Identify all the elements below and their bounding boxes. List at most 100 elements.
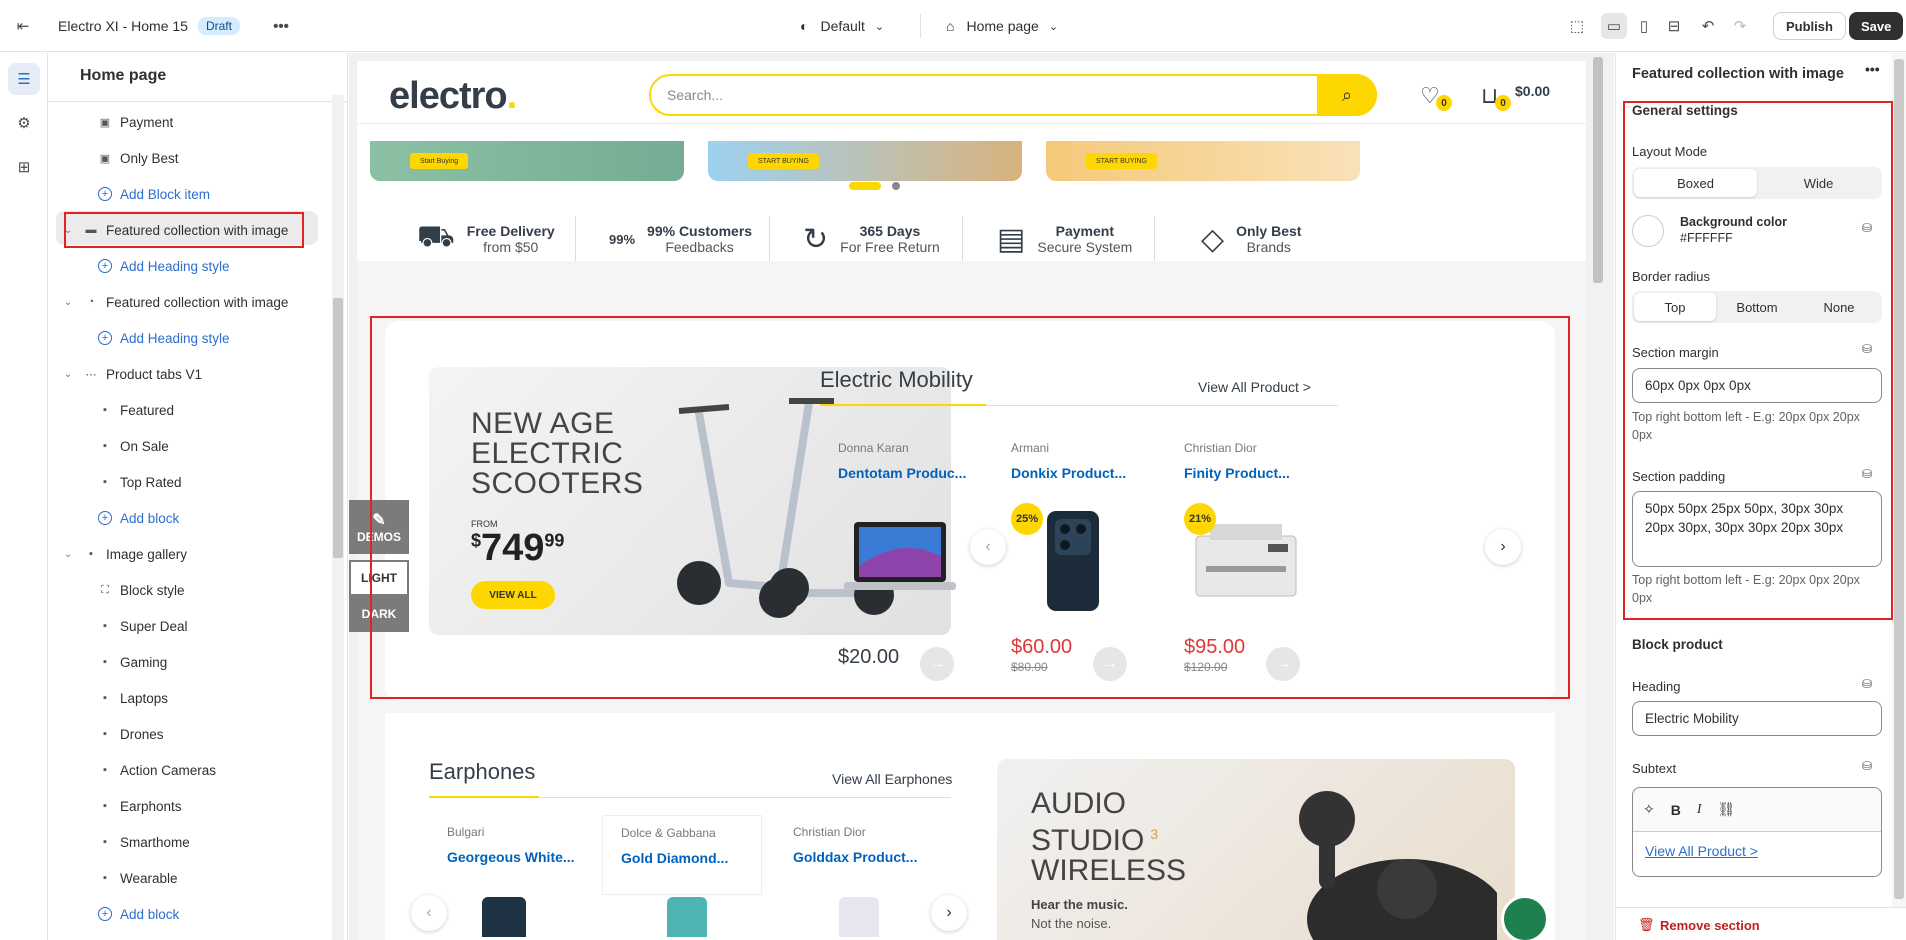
slider-dot-active[interactable] <box>849 182 881 190</box>
fullwidth-icon[interactable]: ⊟ <box>1661 13 1687 39</box>
tree-item[interactable]: ▪ Drones <box>98 719 388 749</box>
chevron-down-icon[interactable]: ⌄ <box>64 369 74 380</box>
tab-icon: ▪ <box>103 728 107 740</box>
tree-item[interactable]: ▣ Payment <box>98 107 388 137</box>
product-image[interactable] <box>839 897 879 937</box>
preset-select[interactable]: ◐ Default ⌄ <box>800 0 884 52</box>
tree-item[interactable]: ▪ Action Cameras <box>98 755 388 785</box>
product-image[interactable] <box>482 897 526 937</box>
tree-item-label: Earphonts <box>120 798 182 814</box>
tree-item-image-gallery[interactable]: ⌄ ▪ Image gallery <box>64 539 354 569</box>
product-card[interactable]: Christian Dior Golddax Product... <box>775 815 935 895</box>
promo-banner-audio[interactable]: AUDIO STUDIO 3 WIRELESS Hear the music. Not… <box>997 759 1515 940</box>
dynamic-source-icon[interactable]: ⛁ <box>1862 677 1872 691</box>
apps-icon[interactable]: ⊞ <box>8 151 40 183</box>
italic-icon[interactable]: I <box>1697 802 1702 818</box>
audio-tagline-2: Not the noise. <box>1031 916 1112 931</box>
more-icon[interactable]: ••• <box>268 13 294 39</box>
search-icon[interactable]: ⌕ <box>1317 74 1377 116</box>
banner-slide[interactable]: START BUYING <box>1046 141 1360 181</box>
image-icon: ▣ <box>99 116 111 129</box>
subtext-link[interactable]: View All Product > <box>1645 843 1758 859</box>
tree-item[interactable]: ▣ Only Best <box>98 143 388 173</box>
chevron-left-icon[interactable]: ‹ <box>411 895 447 931</box>
chevron-right-icon[interactable]: › <box>931 895 967 931</box>
divider <box>575 216 576 262</box>
tab-icon: ▪ <box>103 404 107 416</box>
gear-icon[interactable]: ⚙ <box>8 107 40 139</box>
add-heading-style-button[interactable]: + Add Heading style <box>98 251 388 281</box>
product-name[interactable]: Georgeous White... <box>447 849 575 865</box>
tree-item[interactable]: ▪ Featured <box>98 395 388 425</box>
add-block-item-button[interactable]: + Add Block item <box>98 179 388 209</box>
product-image[interactable] <box>667 897 707 937</box>
link-icon[interactable]: ⛓ <box>1718 801 1736 818</box>
tab-icon: ▪ <box>103 872 107 884</box>
product-brand: Christian Dior <box>793 825 866 839</box>
chat-widget-icon[interactable] <box>1501 895 1549 940</box>
canvas-scrollbar-thumb[interactable] <box>1593 57 1603 283</box>
tree-item-label: Featured collection with image <box>106 294 289 310</box>
more-icon[interactable]: ••• <box>1865 61 1880 77</box>
tree-item[interactable]: ▪ Smarthome <box>98 827 388 857</box>
tree-item[interactable]: ▪ Earphonts <box>98 791 388 821</box>
tree-item[interactable]: ▪ Gaming <box>98 647 388 677</box>
dynamic-source-icon[interactable]: ⛁ <box>1862 759 1872 773</box>
tree-item-label: Wearable <box>120 870 178 886</box>
product-card[interactable]: Dolce & Gabbana Gold Diamond... <box>602 815 762 895</box>
banner-slide[interactable]: START BUYING <box>708 141 1022 181</box>
exit-icon[interactable]: ⇤ <box>10 13 36 39</box>
undo-icon[interactable]: ↶ <box>1695 13 1721 39</box>
tabs-icon: ⋯ <box>85 368 97 381</box>
banner-button[interactable]: Start Buying <box>410 153 469 169</box>
audio-headline: AUDIO STUDIO 3 WIRELESS <box>1031 787 1187 887</box>
view-all-earphones-link[interactable]: View All Earphones <box>832 771 952 787</box>
add-icon: + <box>98 511 112 525</box>
chevron-down-icon[interactable]: ⌄ <box>64 297 74 308</box>
tree-item[interactable]: ▪ Super Deal <box>98 611 388 641</box>
chevron-down-icon[interactable]: ⌄ <box>64 549 74 560</box>
desktop-icon[interactable]: ▭ <box>1601 13 1627 39</box>
subtext-editor[interactable]: ✧ B I ⛓ View All Product > <box>1632 787 1882 877</box>
feature-title: Payment <box>1055 223 1114 239</box>
publish-button[interactable]: Publish <box>1773 12 1846 40</box>
thumbs-up-icon: 99% <box>609 231 636 247</box>
divider <box>769 216 770 262</box>
product-name[interactable]: Gold Diamond... <box>621 850 728 866</box>
remove-section-button[interactable]: Remove section <box>1660 918 1760 933</box>
palette-icon: ◐ <box>800 18 809 34</box>
heading-input[interactable]: Electric Mobility <box>1632 701 1882 736</box>
tree-item[interactable]: ▪ Laptops <box>98 683 388 713</box>
redo-icon[interactable]: ↷ <box>1727 13 1753 39</box>
save-button[interactable]: Save <box>1849 12 1904 40</box>
magic-icon[interactable]: ✧ <box>1643 801 1655 818</box>
product-card[interactable]: Bulgari Georgeous White... <box>429 815 589 895</box>
scrollbar-thumb[interactable] <box>1894 59 1904 899</box>
section-tree-panel: Home page ▣ Payment ▣ Only Best + Add Block… <box>48 53 348 940</box>
tree-item[interactable]: ▪ Top Rated <box>98 467 388 497</box>
banner-slide[interactable]: Start Buying <box>370 141 684 181</box>
slider-dot[interactable] <box>892 182 900 190</box>
product-brand: Bulgari <box>447 825 485 839</box>
add-block-button[interactable]: + Add block <box>98 503 388 533</box>
logo[interactable]: electro. <box>389 75 517 118</box>
inspector-icon[interactable]: ⬚ <box>1564 13 1590 39</box>
refresh-icon: ↻ <box>803 222 829 256</box>
tree-item[interactable]: ▪ On Sale <box>98 431 388 461</box>
banner-button[interactable]: START BUYING <box>1086 153 1157 169</box>
tree-item-product-tabs[interactable]: ⌄ ⋯ Product tabs V1 <box>64 359 354 389</box>
search-input[interactable]: Search... ⌕ <box>649 74 1377 116</box>
bold-icon[interactable]: B <box>1671 802 1681 818</box>
add-heading-style-button[interactable]: + Add Heading style <box>98 323 388 353</box>
product-name[interactable]: Golddax Product... <box>793 849 917 865</box>
sections-icon[interactable]: ☰ <box>8 63 40 95</box>
tree-item-featured-collection[interactable]: ⌄ ◔ Featured collection with image <box>64 287 354 317</box>
earphones-heading: Earphones <box>429 759 536 784</box>
add-block-button[interactable]: + Add block <box>98 899 388 929</box>
page-select[interactable]: ⌂ Home page ⌄ <box>946 0 1058 52</box>
banner-button[interactable]: START BUYING <box>748 153 819 169</box>
mobile-icon[interactable]: ▯ <box>1631 13 1657 39</box>
divider <box>1154 216 1155 262</box>
tree-item[interactable]: ▪ Wearable <box>98 863 388 893</box>
tree-item[interactable]: ⛶ Block style <box>98 575 388 605</box>
